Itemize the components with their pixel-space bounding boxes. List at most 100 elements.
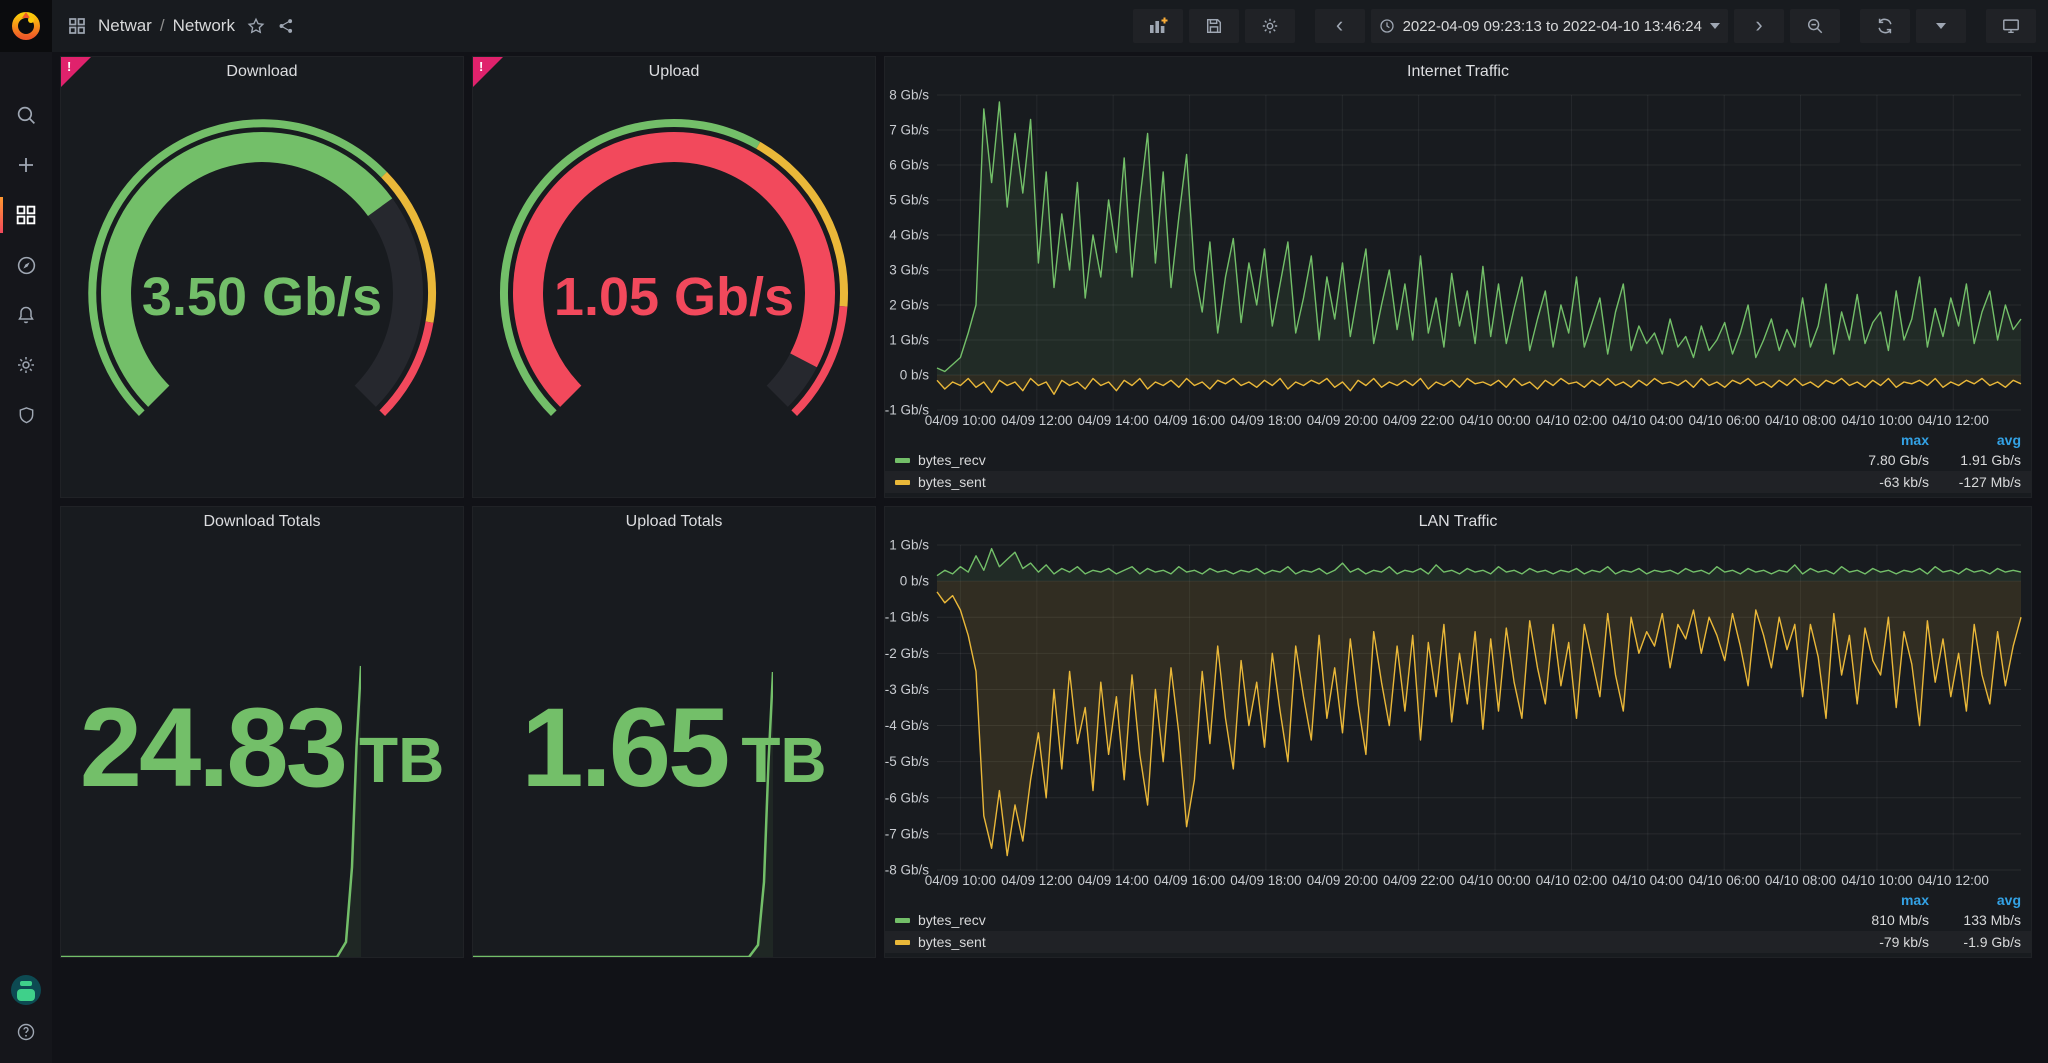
sidebar-item-search[interactable] (0, 90, 52, 140)
time-shift-forward-button[interactable]: › (1734, 9, 1784, 43)
series-swatch[interactable] (895, 458, 910, 463)
svg-text:-6 Gb/s: -6 Gb/s (885, 790, 929, 805)
shield-icon (17, 406, 36, 425)
add-panel-button[interactable] (1133, 9, 1183, 43)
legend-col-avg[interactable]: avg (1929, 892, 2021, 908)
svg-text:04/09 16:00: 04/09 16:00 (1154, 873, 1225, 888)
svg-text:04/09 10:00: 04/09 10:00 (925, 413, 996, 428)
panel-upload-totals: Upload Totals 1.65 TB (472, 506, 876, 958)
plus-icon (16, 155, 36, 175)
svg-text:04/10 08:00: 04/10 08:00 (1765, 413, 1836, 428)
series-max: -79 kb/s (1837, 934, 1929, 950)
svg-text:5 Gb/s: 5 Gb/s (889, 193, 929, 208)
svg-text:2 Gb/s: 2 Gb/s (889, 298, 929, 313)
sidebar-item-alerting[interactable] (0, 290, 52, 340)
svg-text:04/09 14:00: 04/09 14:00 (1077, 873, 1148, 888)
svg-text:04/10 04:00: 04/10 04:00 (1612, 873, 1683, 888)
zoom-out-time-button[interactable] (1790, 9, 1840, 43)
upload-totals-unit: TB (741, 723, 826, 797)
panel-error-corner[interactable] (61, 57, 91, 87)
series-max: 810 Mb/s (1837, 912, 1929, 928)
refresh-button[interactable] (1860, 9, 1910, 43)
panel-error-mark: ! (67, 59, 71, 74)
series-avg: -127 Mb/s (1929, 474, 2021, 490)
svg-text:04/09 18:00: 04/09 18:00 (1230, 873, 1301, 888)
svg-text:04/10 12:00: 04/10 12:00 (1918, 413, 1989, 428)
svg-text:1 Gb/s: 1 Gb/s (889, 538, 929, 553)
svg-text:04/10 08:00: 04/10 08:00 (1765, 873, 1836, 888)
svg-text:-7 Gb/s: -7 Gb/s (885, 826, 929, 841)
svg-text:6 Gb/s: 6 Gb/s (889, 158, 929, 173)
svg-text:04/10 06:00: 04/10 06:00 (1689, 413, 1760, 428)
panel-error-corner[interactable] (473, 57, 503, 87)
internet-traffic-legend: max avg bytes_recv 7.80 Gb/s 1.91 Gb/s b… (885, 430, 2031, 497)
breadcrumb-dashboard[interactable]: Netwar (98, 16, 152, 36)
svg-text:-2 Gb/s: -2 Gb/s (885, 646, 929, 661)
svg-text:04/09 22:00: 04/09 22:00 (1383, 873, 1454, 888)
user-avatar[interactable] (11, 975, 41, 1005)
svg-text:04/10 06:00: 04/10 06:00 (1689, 873, 1760, 888)
lan-traffic-legend: max avg bytes_recv 810 Mb/s 133 Mb/s byt… (885, 890, 2031, 957)
sidebar-item-help[interactable] (0, 1017, 52, 1047)
gear-icon (16, 355, 36, 375)
time-range-picker[interactable]: 2022-04-09 09:23:13 to 2022-04-10 13:46:… (1371, 9, 1728, 43)
series-swatch[interactable] (895, 480, 910, 485)
breadcrumb-page[interactable]: Network (173, 16, 235, 36)
series-name[interactable]: bytes_recv (918, 912, 986, 928)
panel-internet-traffic: Internet Traffic 04/09 10:0004/09 12:000… (884, 56, 2032, 498)
panel-title-download-totals[interactable]: Download Totals (61, 507, 463, 537)
share-icon[interactable] (277, 17, 295, 35)
save-dashboard-button[interactable] (1189, 9, 1239, 43)
panel-title-upload-totals[interactable]: Upload Totals (473, 507, 875, 537)
series-max: 7.80 Gb/s (1837, 452, 1929, 468)
dashboard-settings-button[interactable] (1245, 9, 1295, 43)
svg-text:1.05 Gb/s: 1.05 Gb/s (554, 267, 794, 327)
dashboard-grid-icon (68, 17, 86, 35)
series-swatch[interactable] (895, 940, 910, 945)
svg-text:4 Gb/s: 4 Gb/s (889, 228, 929, 243)
legend-col-avg[interactable]: avg (1929, 432, 2021, 448)
series-avg: 1.91 Gb/s (1929, 452, 2021, 468)
legend-col-max[interactable]: max (1837, 892, 1929, 908)
refresh-interval-dropdown[interactable] (1916, 9, 1966, 43)
breadcrumb-separator: / (160, 16, 165, 36)
internet-traffic-chart[interactable]: 04/09 10:0004/09 12:0004/09 14:0004/09 1… (885, 87, 2031, 430)
svg-text:04/09 14:00: 04/09 14:00 (1077, 413, 1148, 428)
sidebar-item-dashboards[interactable] (0, 190, 52, 240)
sidebar-item-explore[interactable] (0, 240, 52, 290)
lan-traffic-chart[interactable]: 04/09 10:0004/09 12:0004/09 14:0004/09 1… (885, 537, 2031, 890)
legend-row: bytes_recv 7.80 Gb/s 1.91 Gb/s (885, 449, 2031, 471)
grafana-logo[interactable] (0, 0, 52, 52)
panel-title-upload[interactable]: Upload (473, 57, 875, 87)
svg-text:04/10 00:00: 04/10 00:00 (1459, 413, 1530, 428)
star-icon[interactable] (247, 17, 265, 35)
time-shift-back-button[interactable]: ‹ (1315, 9, 1365, 43)
legend-col-max[interactable]: max (1837, 432, 1929, 448)
panel-title-lan-traffic[interactable]: LAN Traffic (885, 507, 2031, 537)
svg-text:1 Gb/s: 1 Gb/s (889, 333, 929, 348)
svg-text:-1 Gb/s: -1 Gb/s (885, 403, 929, 418)
svg-text:04/09 18:00: 04/09 18:00 (1230, 413, 1301, 428)
sidebar-item-create[interactable] (0, 140, 52, 190)
upload-gauge: 1.05 Gb/s (473, 87, 875, 483)
kiosk-mode-button[interactable] (1986, 9, 2036, 43)
svg-text:04/09 16:00: 04/09 16:00 (1154, 413, 1225, 428)
svg-text:04/10 04:00: 04/10 04:00 (1612, 413, 1683, 428)
series-avg: 133 Mb/s (1929, 912, 2021, 928)
grafana-logo-icon (11, 11, 41, 41)
series-name[interactable]: bytes_sent (918, 934, 986, 950)
series-avg: -1.9 Gb/s (1929, 934, 2021, 950)
sidebar-item-configuration[interactable] (0, 340, 52, 390)
chevron-down-icon (1936, 23, 1946, 29)
series-name[interactable]: bytes_recv (918, 452, 986, 468)
search-icon (16, 105, 37, 126)
time-range-label: 2022-04-09 09:23:13 to 2022-04-10 13:46:… (1403, 18, 1702, 35)
legend-row: bytes_sent -63 kb/s -127 Mb/s (885, 471, 2031, 493)
svg-text:0 b/s: 0 b/s (900, 574, 930, 589)
panel-title-download[interactable]: Download (61, 57, 463, 87)
compass-icon (16, 255, 37, 276)
series-name[interactable]: bytes_sent (918, 474, 986, 490)
sidebar-item-server-admin[interactable] (0, 390, 52, 440)
panel-title-internet-traffic[interactable]: Internet Traffic (885, 57, 2031, 87)
series-swatch[interactable] (895, 918, 910, 923)
